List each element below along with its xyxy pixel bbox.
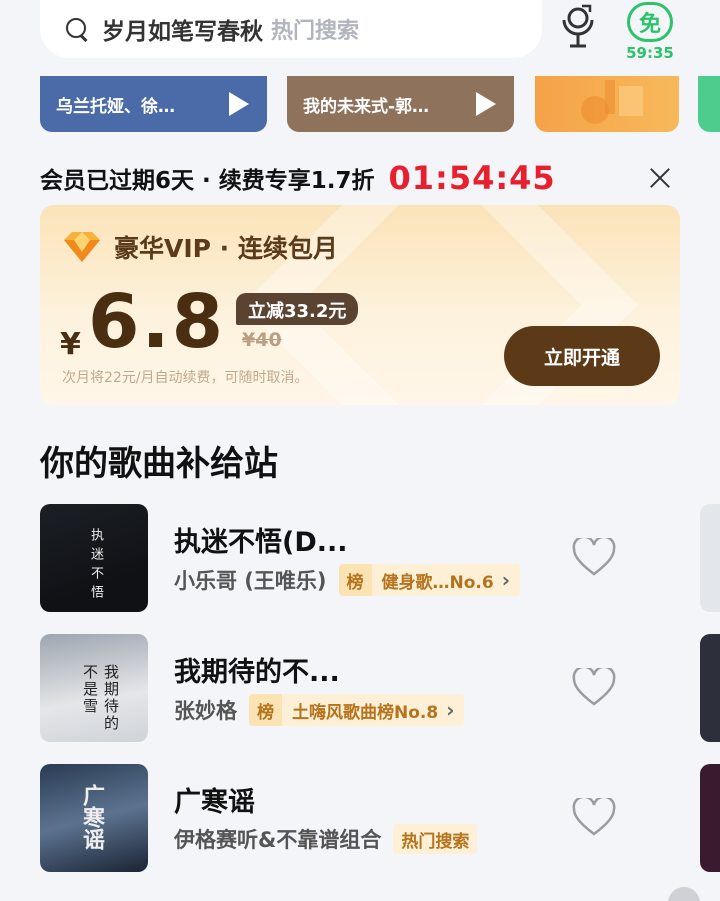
renewal-promo: 会员已过期6天 · 续费专享1.7折 01:54:45 [40,158,680,198]
song-cover[interactable]: 我期待的不是雪 [40,634,148,742]
free-listen-button[interactable]: 免 59:35 [624,2,676,64]
vip-discount-badge: 立减33.2元 [236,293,359,325]
hot-search-tag[interactable]: 热门搜索 [393,824,478,854]
song-item[interactable]: 广寒谣 广寒谣 伊格赛听&不靠谱组合 热门搜索 [40,764,640,872]
vip-offer-card[interactable]: 豪华VIP · 连续包月 ¥ 6.8 立减33.2元 ¥40 次月将22元/月自… [40,205,680,405]
vip-original-price: ¥40 [242,329,282,351]
song-title: 广寒谣 [174,787,255,818]
chart-rank-tag[interactable]: 榜 土嗨风歌曲榜No.8 › [249,694,465,726]
song-item[interactable]: 执迷不悟 执迷不悟(D... 小乐哥 (王唯乐) 榜 健身歌…No.6 › [40,504,640,612]
banner-card-4[interactable] [698,76,720,132]
next-column-thumb[interactable] [700,634,720,742]
promo-text: 会员已过期6天 · 续费专享1.7折 [40,168,375,194]
search-icon [64,16,90,42]
banner-card-2[interactable]: 我的未来式-郭… [287,76,514,132]
song-meta: 小乐哥 (王唯乐) 榜 健身歌…No.6 › [174,564,520,596]
song-artist[interactable]: 张妙格 [174,695,237,725]
chevron-right-icon: › [446,698,455,722]
voice-search-icon[interactable] [556,4,600,52]
chart-rank-tag[interactable]: 榜 健身歌…No.6 › [338,564,520,596]
chart-rank-label: 土嗨风歌曲榜No.8 [292,702,439,723]
close-icon[interactable] [646,164,674,192]
activate-vip-button[interactable]: 立即开通 [504,326,660,386]
heart-icon[interactable] [572,668,616,708]
next-column-thumb[interactable] [700,504,720,612]
song-meta: 伊格赛听&不靠谱组合 热门搜索 [174,824,478,854]
banner-card-3[interactable] [535,76,679,132]
music-note-icon [581,80,643,124]
search-query: 岁月如笔写春秋 [102,19,263,45]
song-cover[interactable]: 广寒谣 [40,764,148,872]
free-time: 59:35 [626,44,674,62]
play-icon[interactable] [472,91,496,117]
free-badge: 免 [627,2,673,42]
chart-rank-label: 健身歌…No.6 [381,572,494,593]
vip-price: 6.8 [88,279,226,365]
banner-title: 乌兰托娅、徐… [56,96,175,117]
search-bar[interactable]: 岁月如笔写春秋 热门搜索 [40,0,542,58]
chart-icon: 榜 [338,564,372,596]
cover-text: 我期待的不是雪 [81,664,120,732]
heart-icon[interactable] [572,538,616,578]
song-artist[interactable]: 小乐哥 (王唯乐) [174,565,327,595]
promo-countdown: 01:54:45 [388,159,556,197]
vip-renewal-note: 次月将22元/月自动续费，可随时取消。 [62,370,309,386]
vip-title: 豪华VIP · 连续包月 [114,234,338,263]
next-column-thumb[interactable] [700,764,720,872]
chevron-right-icon: › [501,568,510,592]
dismiss-icon[interactable] [668,887,700,901]
banner-title: 我的未来式-郭… [303,96,430,117]
heart-icon[interactable] [572,798,616,838]
song-cover[interactable]: 执迷不悟 [40,504,148,612]
cover-text: 执迷不悟 [88,528,103,604]
vip-diamond-icon [64,232,100,262]
banner-card-1[interactable]: 乌兰托娅、徐… [40,76,267,132]
vip-currency: ¥ [60,327,81,362]
chart-icon: 榜 [249,694,282,726]
section-title: 你的歌曲补给站 [40,444,278,484]
vip-header: 豪华VIP · 连续包月 [60,229,338,265]
search-hint: 热门搜索 [271,19,360,44]
play-icon[interactable] [225,91,249,117]
song-meta: 张妙格 榜 土嗨风歌曲榜No.8 › [174,694,465,726]
song-title: 我期待的不... [174,657,340,688]
song-title: 执迷不悟(D... [174,527,348,558]
cover-text: 广寒谣 [79,784,105,850]
song-item[interactable]: 我期待的不是雪 我期待的不... 张妙格 榜 土嗨风歌曲榜No.8 › [40,634,640,742]
song-artist[interactable]: 伊格赛听&不靠谱组合 [174,824,381,854]
